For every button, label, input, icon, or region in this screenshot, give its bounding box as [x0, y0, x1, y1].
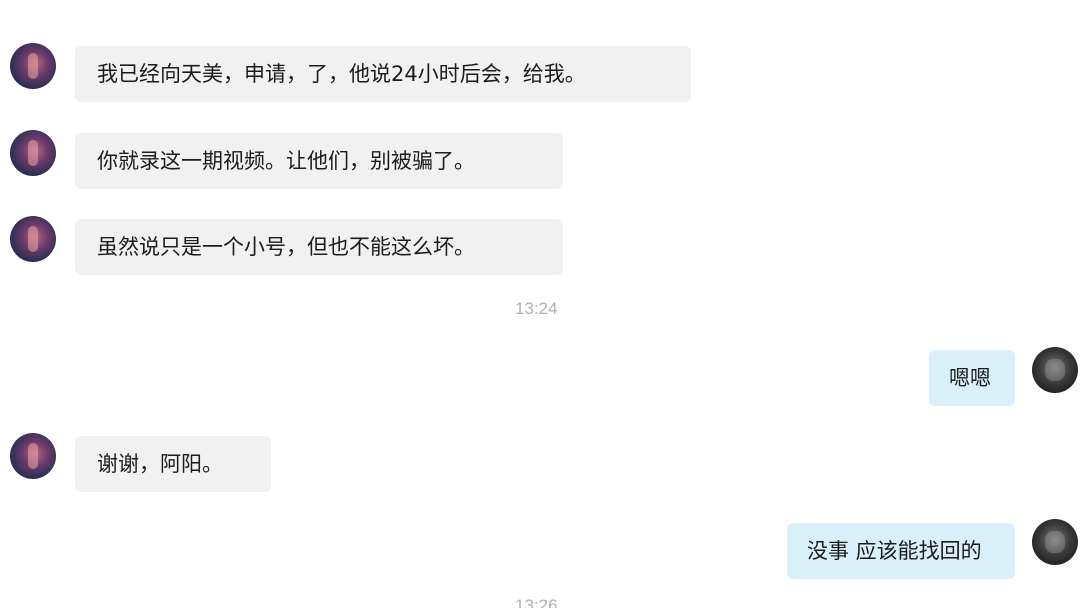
message-text: 我已经向天美，申请，了，他说24小时后会，给我。: [97, 62, 586, 86]
contact-avatar[interactable]: [10, 43, 56, 89]
timestamp-text: 13:26: [515, 596, 558, 608]
self-avatar[interactable]: [1032, 347, 1078, 393]
message-bubble-outgoing[interactable]: 嗯嗯: [929, 350, 1015, 406]
message-bubble-incoming[interactable]: 我已经向天美，申请，了，他说24小时后会，给我。: [75, 46, 691, 102]
contact-avatar[interactable]: [10, 433, 56, 479]
contact-avatar[interactable]: [10, 130, 56, 176]
message-bubble-outgoing[interactable]: 没事 应该能找回的: [787, 523, 1015, 579]
message-text: 谢谢，阿阳。: [97, 452, 223, 476]
message-text: 嗯嗯: [949, 366, 991, 390]
self-avatar[interactable]: [1032, 519, 1078, 565]
message-text: 没事 应该能找回的: [807, 539, 982, 563]
contact-avatar[interactable]: [10, 216, 56, 262]
message-bubble-incoming[interactable]: 你就录这一期视频。让他们，别被骗了。: [75, 133, 563, 189]
message-text: 虽然说只是一个小号，但也不能这么坏。: [97, 235, 475, 259]
message-text: 你就录这一期视频。让他们，别被骗了。: [97, 149, 475, 173]
chat-view: 我已经向天美，申请，了，他说24小时后会，给我。 你就录这一期视频。让他们，别被…: [0, 0, 1080, 608]
message-bubble-incoming[interactable]: 虽然说只是一个小号，但也不能这么坏。: [75, 219, 563, 275]
timestamp-text: 13:24: [515, 299, 558, 318]
message-bubble-incoming[interactable]: 谢谢，阿阳。: [75, 436, 271, 492]
